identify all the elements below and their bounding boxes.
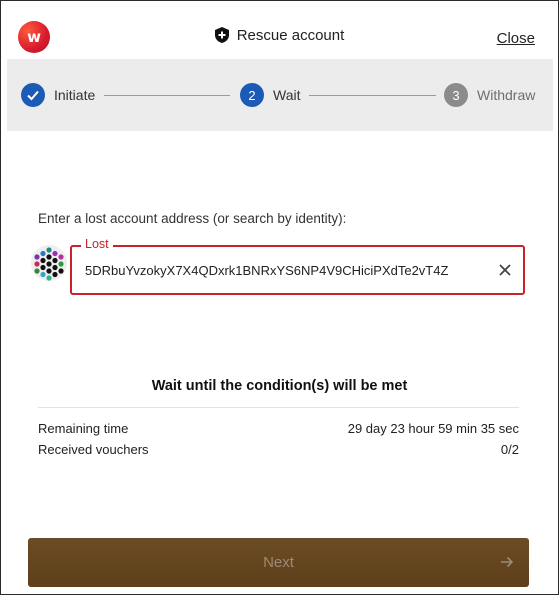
dialog-title-text: Rescue account [236,27,345,44]
close-link[interactable]: Close [497,30,535,47]
dialog-header: w Rescue account Close [1,1,558,58]
check-icon [21,83,45,107]
next-button[interactable]: Next [28,538,529,587]
step-connector [309,95,436,96]
clear-icon[interactable] [497,262,513,278]
row-label: Received vouchers [38,442,149,457]
shield-icon [214,27,229,43]
step-number: 3 [444,83,468,107]
lost-account-input[interactable] [85,259,490,281]
arrow-right-icon [501,556,514,568]
row-value: 0/2 [500,442,519,457]
step-number: 2 [240,83,264,107]
row-value: 29 day 23 hour 59 min 35 sec [347,421,519,436]
stepper: Initiate 2 Wait 3 Withdraw [7,59,553,131]
step-label: Initiate [54,87,96,103]
rescue-account-dialog: w Rescue account Close Initiate 2 Wait 3… [0,0,559,595]
identicon-avatar [31,245,67,281]
step-withdraw: 3 Withdraw [444,83,535,107]
lost-field-label: Lost [81,237,113,251]
row-label: Remaining time [38,421,129,436]
next-button-label: Next [263,554,294,571]
wait-condition-title: Wait until the condition(s) will be met [151,378,408,394]
divider [38,407,519,408]
step-initiate: Initiate [21,83,95,107]
lost-account-prompt: Enter a lost account address (or search … [38,211,347,226]
step-wait: 2 Wait [240,83,300,107]
received-vouchers-row: Received vouchers 0/2 [38,442,519,457]
remaining-time-row: Remaining time 29 day 23 hour 59 min 35 … [38,421,519,436]
lost-account-field [70,245,525,295]
dialog-title: Rescue account [1,27,558,44]
step-label: Wait [273,87,301,103]
step-connector [104,95,230,96]
step-label: Withdraw [477,87,536,103]
